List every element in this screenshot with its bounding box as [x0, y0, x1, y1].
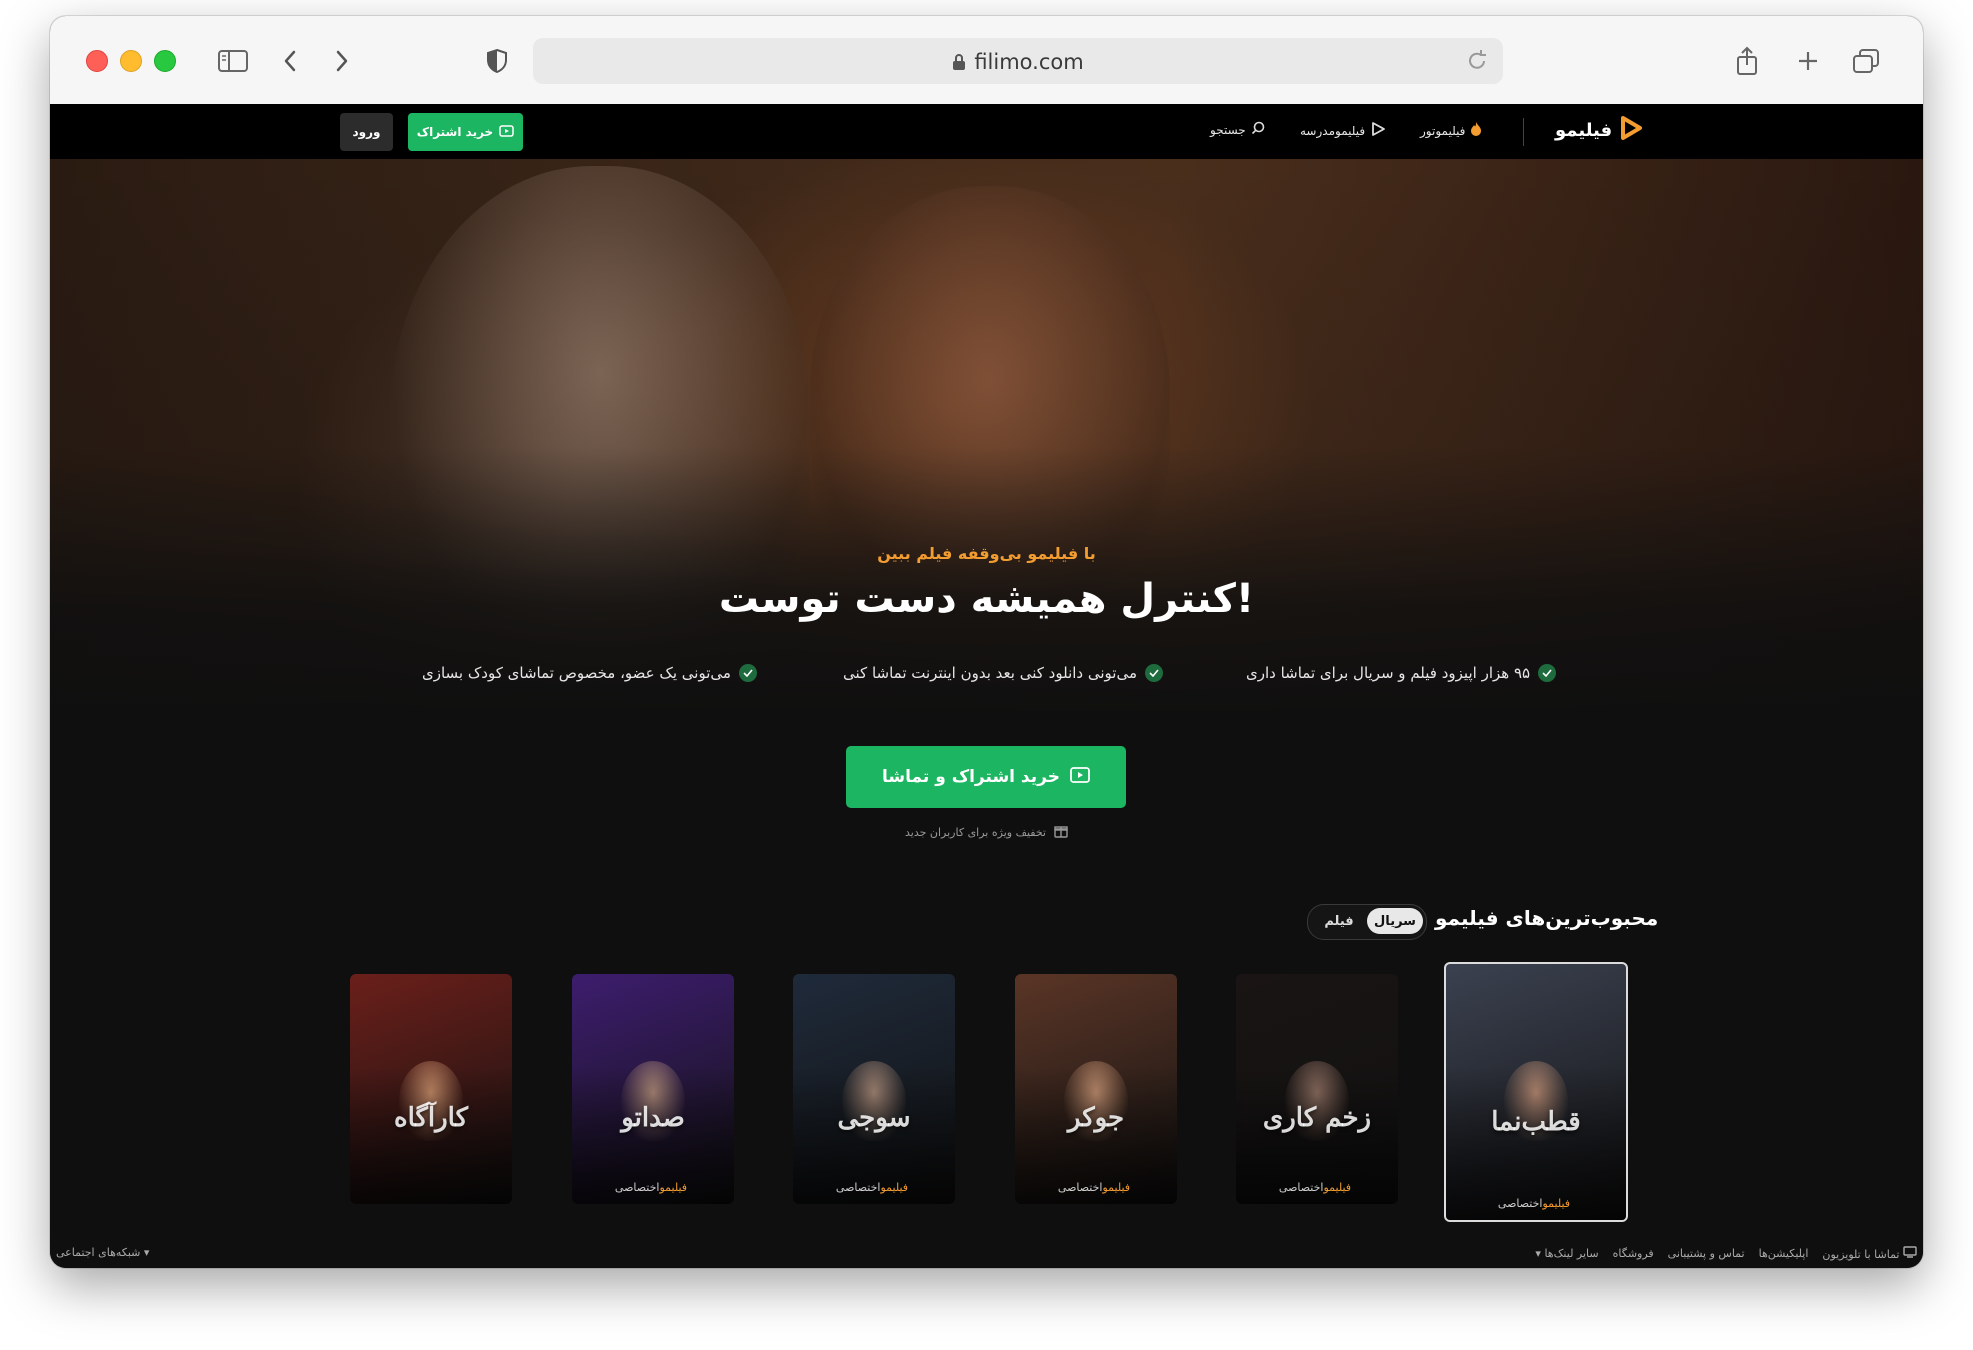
forward-icon[interactable] — [327, 46, 357, 76]
logo-text: فیلیمو — [1555, 120, 1613, 141]
footer-link-label: سایر لینک‌ها — [1544, 1247, 1599, 1260]
nav-search[interactable]: جستجو — [1210, 121, 1265, 138]
footer-link-store[interactable]: فروشگاه — [1613, 1247, 1654, 1260]
discount-text: تخفیف ویژه برای کاربران جدید — [905, 826, 1046, 839]
poster-card[interactable]: کارآگاه — [350, 974, 512, 1204]
poster-title: کارآگاه — [393, 1102, 468, 1133]
ticket-icon — [499, 124, 514, 140]
exclusive-label: اختصاصی — [1278, 1181, 1324, 1194]
exclusive-badge: فیلیمواختصاصی — [1015, 1181, 1177, 1194]
footer-link-support[interactable]: تماس و پشتیبانی — [1668, 1247, 1745, 1260]
tab-film[interactable]: فیلم — [1314, 908, 1364, 934]
social-label: شبکه‌های اجتماعی — [56, 1246, 141, 1259]
exclusive-label: اختصاصی — [835, 1181, 881, 1194]
poster-title: صداتو — [621, 1102, 685, 1133]
search-icon — [1251, 121, 1265, 138]
exclusive-brand: فیلیمو — [880, 1181, 909, 1194]
nav-search-label: جستجو — [1210, 122, 1246, 137]
minimize-window-button[interactable] — [120, 50, 142, 72]
nav-filimotor[interactable]: فیلیموتور — [1420, 121, 1482, 140]
fire-icon — [1470, 121, 1482, 140]
exclusive-label: اختصاصی — [614, 1181, 660, 1194]
tab-overview-icon[interactable] — [1851, 46, 1881, 76]
buy-and-watch-button[interactable]: خرید اشتراک و تماشا — [846, 746, 1126, 808]
poster-title: قطب‌نما — [1491, 1107, 1581, 1138]
zoom-window-button[interactable] — [154, 50, 176, 72]
check-icon — [738, 664, 757, 682]
poster-shade — [350, 1066, 512, 1204]
login-button[interactable]: ورود — [340, 113, 393, 151]
exclusive-badge: فیلیمواختصاصی — [1236, 1181, 1398, 1194]
feature-item: می‌تونی یک عضو، مخصوص تماشای کودک بسازی — [422, 664, 757, 682]
chevron-down-icon: ▾ — [1535, 1247, 1541, 1260]
poster-card[interactable]: قطب‌نما فیلیمواختصاصی — [1444, 962, 1628, 1222]
poster-card[interactable]: صداتو فیلیمواختصاصی — [572, 974, 734, 1204]
poster-card[interactable]: سوجی فیلیمواختصاصی — [793, 974, 955, 1204]
exclusive-label: اختصاصی — [1497, 1197, 1543, 1210]
exclusive-brand: فیلیمو — [1323, 1181, 1352, 1194]
sidebar-toggle-icon[interactable] — [218, 46, 248, 76]
popular-section-title: محبوب‌ترین‌های فیلیمو — [1435, 906, 1659, 930]
feature-text: می‌تونی دانلود کنی بعد بدون اینترنت تماش… — [843, 664, 1137, 682]
exclusive-badge: فیلیمواختصاصی — [572, 1181, 734, 1194]
exclusive-brand: فیلیمو — [659, 1181, 688, 1194]
feature-item: می‌تونی دانلود کنی بعد بدون اینترنت تماش… — [843, 664, 1163, 682]
lock-icon — [952, 52, 966, 76]
poster-title: جوکر — [1067, 1102, 1125, 1133]
hero-title: کنترل همیشه دست توست! — [718, 576, 1255, 622]
play-logo-icon — [1620, 116, 1643, 145]
shield-icon[interactable] — [482, 46, 512, 76]
poster-title: زخم کاری — [1262, 1102, 1372, 1133]
gift-icon — [1054, 824, 1068, 841]
nav-filimotor-label: فیلیموتور — [1420, 123, 1466, 138]
nav-filimo-school[interactable]: فیلیمومدرسه — [1300, 121, 1386, 140]
exclusive-label: اختصاصی — [1057, 1181, 1103, 1194]
series-film-toggle: سریال فیلم — [1307, 904, 1427, 940]
feature-text: می‌تونی یک عضو، مخصوص تماشای کودک بسازی — [422, 664, 731, 682]
footer-link-apps[interactable]: اپلیکیشن‌ها — [1759, 1247, 1809, 1260]
exclusive-badge: فیلیمواختصاصی — [793, 1181, 955, 1194]
exclusive-badge: فیلیمواختصاصی — [1446, 1197, 1626, 1210]
social-networks-link[interactable]: شبکه‌های اجتماعی ▾ — [56, 1246, 149, 1259]
exclusive-brand: فیلیمو — [1542, 1197, 1571, 1210]
check-icon — [1538, 664, 1557, 682]
address-bar[interactable]: filimo.com — [533, 38, 1503, 84]
site-header: ورود خرید اشتراک جستجو فیلیمومدرسه فیلیم… — [50, 104, 1923, 159]
back-icon[interactable] — [275, 46, 305, 76]
share-icon[interactable] — [1732, 46, 1762, 76]
filimo-logo[interactable]: فیلیمو — [1555, 116, 1643, 145]
school-icon — [1370, 121, 1386, 140]
check-icon — [1145, 664, 1163, 682]
browser-window: filimo.com ورود خرید اشتراک جستجو فیلیمو… — [50, 16, 1923, 1268]
buy-subscription-label: خرید اشتراک — [416, 125, 494, 139]
feature-item: ۹۵ هزار اپیزود فیلم و سریال برای تماشا د… — [1246, 664, 1557, 682]
reload-icon[interactable] — [1465, 48, 1489, 78]
exclusive-brand: فیلیمو — [1102, 1181, 1131, 1194]
close-window-button[interactable] — [86, 50, 108, 72]
tab-series[interactable]: سریال — [1367, 908, 1423, 934]
hero-tagline: با فیلیمو بی‌وقفه فیلم ببین — [877, 544, 1096, 563]
footer-link-tv[interactable]: تماشا با تلویزیون — [1822, 1246, 1917, 1261]
chevron-down-icon: ▾ — [143, 1246, 150, 1259]
poster-title: سوجی — [837, 1102, 911, 1133]
cta-label: خرید اشتراک و تماشا — [882, 767, 1060, 787]
new-tab-icon[interactable] — [1793, 46, 1823, 76]
browser-toolbar: filimo.com — [50, 16, 1923, 105]
nav-school-label: فیلیمومدرسه — [1300, 123, 1366, 138]
buy-subscription-button[interactable]: خرید اشتراک — [408, 113, 523, 151]
discount-note: تخفیف ویژه برای کاربران جدید — [50, 824, 1923, 841]
nav-divider — [1523, 118, 1524, 146]
poster-card[interactable]: زخم کاری فیلیمواختصاصی — [1236, 974, 1398, 1204]
feature-text: ۹۵ هزار اپیزود فیلم و سریال برای تماشا د… — [1246, 664, 1531, 682]
footer-link-label: تماشا با تلویزیون — [1822, 1248, 1900, 1261]
url-text: filimo.com — [974, 50, 1084, 74]
poster-card[interactable]: جوکر فیلیمواختصاصی — [1015, 974, 1177, 1204]
ticket-icon — [1070, 766, 1090, 788]
footer-links: تماشا با تلویزیون اپلیکیشن‌ها تماس و پشت… — [1535, 1246, 1917, 1261]
footer-link-more[interactable]: سایر لینک‌ها ▾ — [1535, 1247, 1598, 1260]
page-footer: شبکه‌های اجتماعی ▾ تماشا با تلویزیون اپل… — [50, 1238, 1923, 1268]
tv-icon — [1900, 1246, 1918, 1261]
